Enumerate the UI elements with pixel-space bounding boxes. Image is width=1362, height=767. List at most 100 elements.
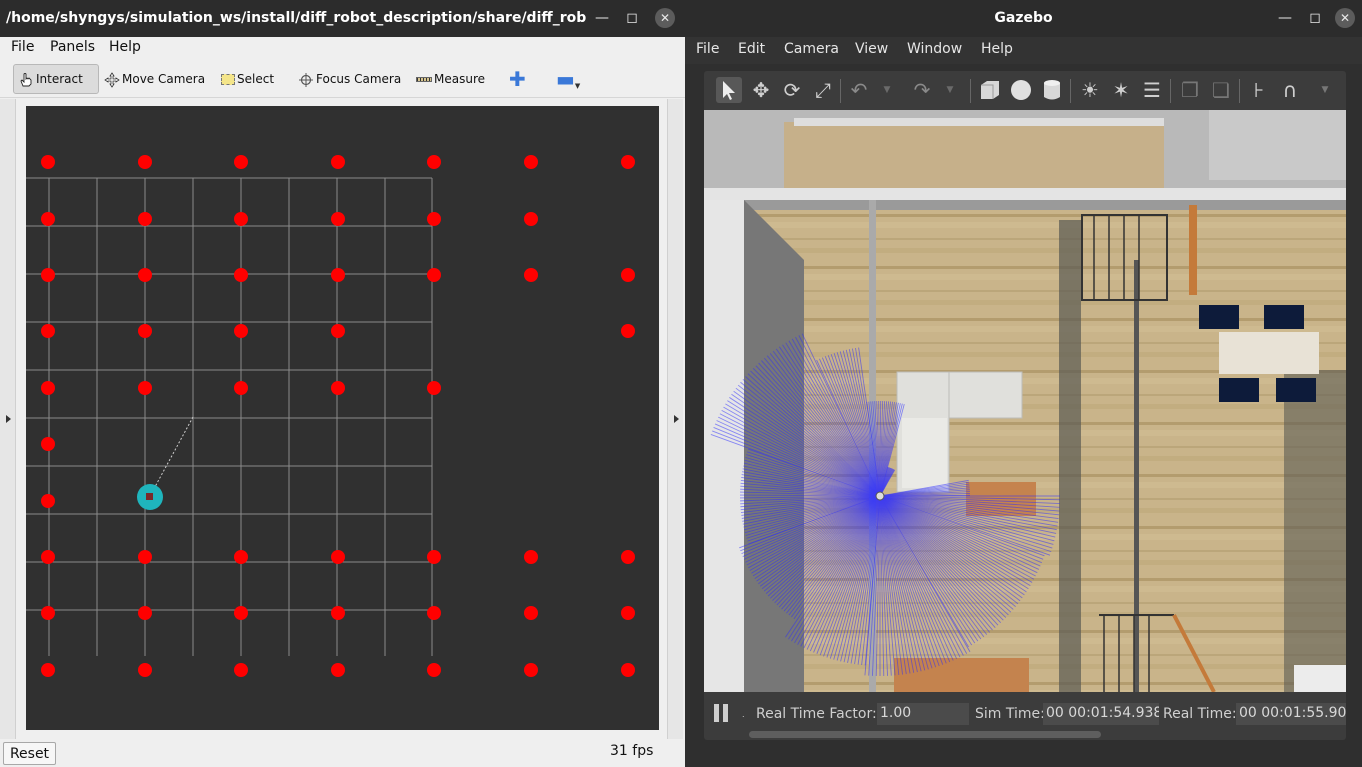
waypoint-marker	[427, 381, 441, 395]
waypoint-marker	[138, 212, 152, 226]
real-time-factor-value: 1.00	[877, 703, 969, 725]
maximize-icon[interactable]: ◻	[622, 8, 642, 28]
fps-readout: 31 fps	[610, 743, 654, 759]
waypoint-marker	[524, 212, 538, 226]
rotate-icon[interactable]: ⟳	[779, 77, 805, 103]
waypoint-marker	[41, 381, 55, 395]
waypoint-marker	[41, 606, 55, 620]
waypoint-marker	[331, 212, 345, 226]
waypoint-marker	[621, 324, 635, 338]
waypoint-marker	[234, 155, 248, 169]
box-icon[interactable]	[977, 77, 1003, 103]
move-camera-tool-button[interactable]: Move Camera	[100, 64, 209, 94]
menu-camera[interactable]: Camera	[784, 41, 839, 57]
upper-room-floor	[784, 122, 1164, 190]
cylinder-icon[interactable]	[1039, 77, 1065, 103]
undo-icon[interactable]: ↶	[846, 77, 872, 103]
waypoint-marker	[427, 268, 441, 282]
scale-icon[interactable]: ⤢	[810, 77, 836, 103]
waypoint-marker	[138, 550, 152, 564]
crosshair-icon	[298, 72, 314, 87]
rviz-scene[interactable]	[26, 106, 659, 730]
expand-right-icon	[674, 415, 679, 423]
waypoint-marker	[138, 606, 152, 620]
snap-magnet-icon[interactable]: ∩	[1277, 77, 1303, 103]
translate-icon[interactable]: ✥	[748, 77, 774, 103]
waypoint-marker	[427, 155, 441, 169]
selection-box-icon	[221, 73, 235, 85]
point-light-icon[interactable]: ☀	[1077, 77, 1103, 103]
real-time-label: Real Time:	[1163, 706, 1237, 722]
waypoint-marker	[41, 494, 55, 508]
select-label: Select	[237, 72, 275, 86]
rviz-window: /home/shyngys/simulation_ws/install/diff…	[0, 0, 685, 767]
gazebo-toolbar: ✥ ⟳ ⤢ ↶ ▼ ↷ ▼ ☀ ✶ ☰ ❐ ❏ ⊦ ∩ ▼	[704, 71, 1346, 110]
reset-button[interactable]: Reset	[3, 742, 56, 765]
gazebo-scene-render[interactable]	[704, 110, 1346, 692]
pause-icon[interactable]	[714, 704, 730, 722]
minus-icon: ▬	[556, 67, 575, 91]
waypoint-marker	[524, 155, 538, 169]
remove-tool-button[interactable]: ▬ ▼	[552, 64, 584, 94]
waypoint-marker	[138, 663, 152, 677]
redo-dropdown-icon[interactable]: ▼	[937, 77, 963, 103]
ruler-icon	[416, 76, 432, 82]
right-panel-collapse-handle[interactable]	[667, 99, 683, 739]
select-arrow-icon[interactable]	[716, 77, 742, 103]
robot-marker-center	[146, 493, 153, 500]
menu-help[interactable]: Help	[981, 41, 1013, 57]
gazebo-time-panel: . Real Time Factor: 1.00 Sim Time: 00 00…	[704, 692, 1346, 740]
menu-file[interactable]: File	[696, 41, 719, 57]
minimize-icon[interactable]: —	[592, 8, 612, 28]
sim-time-label: Sim Time:	[975, 706, 1045, 722]
more-tools-dropdown-icon[interactable]: ▼	[1312, 77, 1338, 103]
add-tool-button[interactable]: ✚	[505, 64, 530, 94]
rviz-3d-viewport[interactable]	[26, 106, 659, 730]
copy-icon[interactable]: ❐	[1177, 77, 1203, 103]
waypoint-marker	[621, 550, 635, 564]
close-icon[interactable]: ✕	[655, 8, 675, 28]
gazebo-3d-scene[interactable]	[704, 110, 1346, 692]
rviz-titlebar[interactable]: /home/shyngys/simulation_ws/install/diff…	[0, 0, 685, 37]
waypoint-marker	[331, 663, 345, 677]
menu-window[interactable]: Window	[907, 41, 962, 57]
real-time-value: 00 00:01:55.901	[1236, 703, 1346, 725]
menu-file[interactable]: File	[11, 39, 34, 55]
waypoint-marker	[331, 381, 345, 395]
left-wall-inner	[744, 200, 804, 692]
waypoint-marker	[427, 550, 441, 564]
sphere-icon[interactable]	[1008, 77, 1034, 103]
move-arrows-icon	[104, 72, 120, 88]
select-tool-button[interactable]: Select	[217, 64, 278, 94]
menu-edit[interactable]: Edit	[738, 41, 765, 57]
spot-light-icon[interactable]: ✶	[1108, 77, 1134, 103]
focus-camera-tool-button[interactable]: Focus Camera	[294, 64, 405, 94]
undo-dropdown-icon[interactable]: ▼	[874, 77, 900, 103]
horizontal-scrollbar[interactable]	[749, 731, 1101, 738]
expand-left-icon	[6, 415, 11, 423]
minimize-icon[interactable]: —	[1275, 8, 1295, 28]
align-icon[interactable]: ⊦	[1246, 77, 1272, 103]
toolbar-separator	[1070, 79, 1071, 103]
interact-tool-button[interactable]: Interact	[13, 64, 99, 94]
paste-icon[interactable]: ❏	[1208, 77, 1234, 103]
close-icon[interactable]: ✕	[1335, 8, 1355, 28]
redo-icon[interactable]: ↷	[909, 77, 935, 103]
waypoint-marker	[524, 550, 538, 564]
interact-label: Interact	[36, 72, 83, 86]
measure-tool-button[interactable]: Measure	[412, 64, 489, 94]
lower-right-object	[1294, 665, 1346, 692]
gazebo-titlebar[interactable]: Gazebo — ◻ ✕	[685, 0, 1362, 37]
menu-panels[interactable]: Panels	[50, 39, 95, 55]
maximize-icon[interactable]: ◻	[1305, 8, 1325, 28]
menu-help[interactable]: Help	[109, 39, 141, 55]
waypoint-marker	[427, 663, 441, 677]
left-panel-collapse-handle[interactable]	[0, 99, 16, 739]
waypoint-marker	[331, 324, 345, 338]
hand-pointer-icon	[18, 72, 34, 87]
directional-light-icon[interactable]: ☰	[1139, 77, 1165, 103]
menu-view[interactable]: View	[855, 41, 888, 57]
waypoint-marker	[234, 268, 248, 282]
waypoint-marker	[234, 550, 248, 564]
waypoint-marker	[427, 212, 441, 226]
